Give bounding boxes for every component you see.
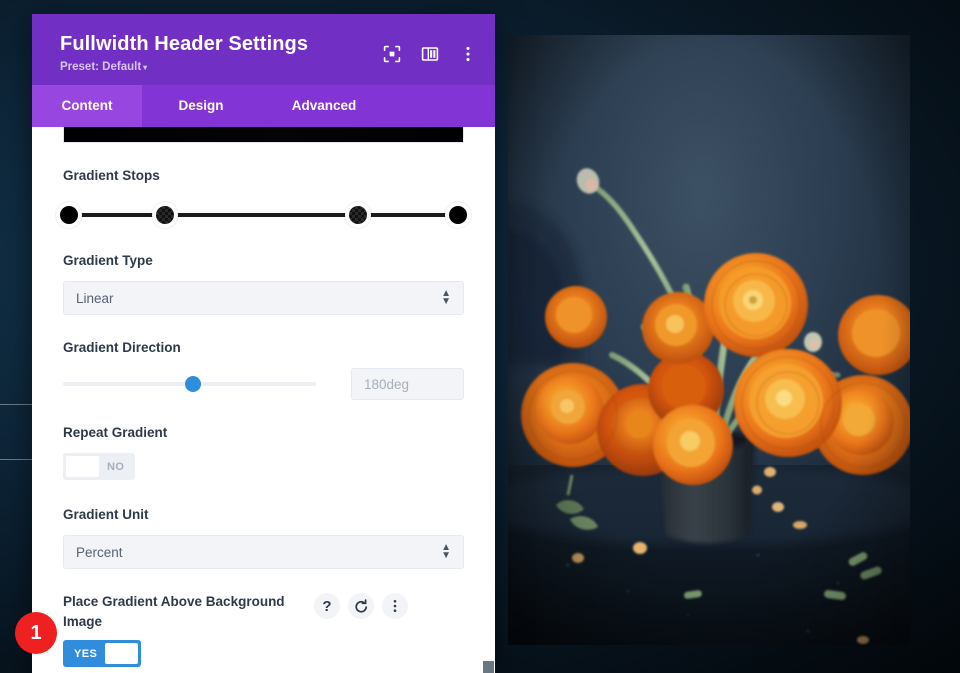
focus-icon[interactable]	[383, 45, 401, 63]
tab-content[interactable]: Content	[32, 85, 142, 127]
toggle-knob	[105, 643, 139, 664]
modal-header: Fullwidth Header Settings Preset: Defaul…	[32, 14, 495, 85]
gradient-stops-track	[70, 213, 457, 217]
more-vertical-icon[interactable]	[459, 45, 477, 63]
select-arrows-icon: ▲ ▼	[441, 542, 451, 561]
repeat-gradient-toggle[interactable]: NO	[63, 453, 136, 480]
gradient-unit-value: Percent	[76, 544, 123, 560]
modal-tabs: Content Design Advanced	[32, 85, 495, 127]
gradient-unit-label: Gradient Unit	[63, 507, 149, 522]
chevron-down-icon: ▾	[143, 63, 148, 72]
fullwidth-header-settings-modal: Fullwidth Header Settings Preset: Defaul…	[32, 14, 495, 673]
gradient-stop-2[interactable]	[152, 202, 179, 228]
preset-label: Preset: Default	[60, 61, 142, 73]
tab-advanced[interactable]: Advanced	[260, 85, 388, 127]
gradient-direction-thumb[interactable]	[185, 376, 201, 392]
step-badge-1: 1	[15, 612, 57, 654]
help-icon[interactable]: ?	[314, 593, 340, 619]
reset-icon[interactable]	[348, 593, 374, 619]
modal-header-actions	[383, 45, 477, 63]
modal-scrollbar-thumb[interactable]	[483, 661, 494, 673]
gradient-type-select[interactable]: Linear ▲ ▼	[63, 281, 464, 315]
modal-body: Gradient Stops Gradient Type Linear ▲ ▼ G…	[32, 127, 495, 673]
gradient-type-label: Gradient Type	[63, 253, 153, 268]
gradient-direction-label: Gradient Direction	[63, 340, 181, 355]
screen: ne es he s. You settin ed se orm	[0, 0, 960, 673]
gradient-stop-1[interactable]	[56, 202, 83, 228]
gradient-stops-slider[interactable]	[56, 202, 471, 228]
place-gradient-label: Place Gradient Above Background Image	[63, 594, 285, 629]
repeat-gradient-state: NO	[107, 460, 125, 473]
gradient-direction-slider[interactable]	[63, 372, 323, 396]
more-vertical-icon[interactable]	[382, 593, 408, 619]
gradient-direction-row: 180deg	[63, 368, 464, 400]
select-arrows-icon: ▲ ▼	[441, 288, 451, 307]
place-gradient-row: Place Gradient Above Background Image ?	[63, 592, 464, 632]
gradient-preview-bar[interactable]	[63, 127, 464, 143]
tab-design[interactable]: Design	[142, 85, 260, 127]
place-gradient-state: YES	[74, 647, 98, 660]
modal-scrollbar[interactable]	[482, 127, 495, 673]
gradient-direction-value[interactable]: 180deg	[351, 368, 464, 400]
repeat-gradient-label: Repeat Gradient	[63, 425, 168, 440]
toggle-knob	[66, 456, 99, 477]
place-gradient-row-icons: ?	[314, 593, 408, 619]
gradient-unit-select[interactable]: Percent ▲ ▼	[63, 535, 464, 569]
background-photo-flowers	[508, 35, 910, 645]
gradient-stop-4[interactable]	[444, 202, 471, 228]
gradient-stops-label: Gradient Stops	[63, 168, 160, 183]
gradient-type-value: Linear	[76, 290, 114, 306]
gradient-stop-3[interactable]	[344, 202, 371, 228]
layout-columns-icon[interactable]	[421, 45, 439, 63]
place-gradient-toggle[interactable]: YES	[63, 640, 142, 667]
